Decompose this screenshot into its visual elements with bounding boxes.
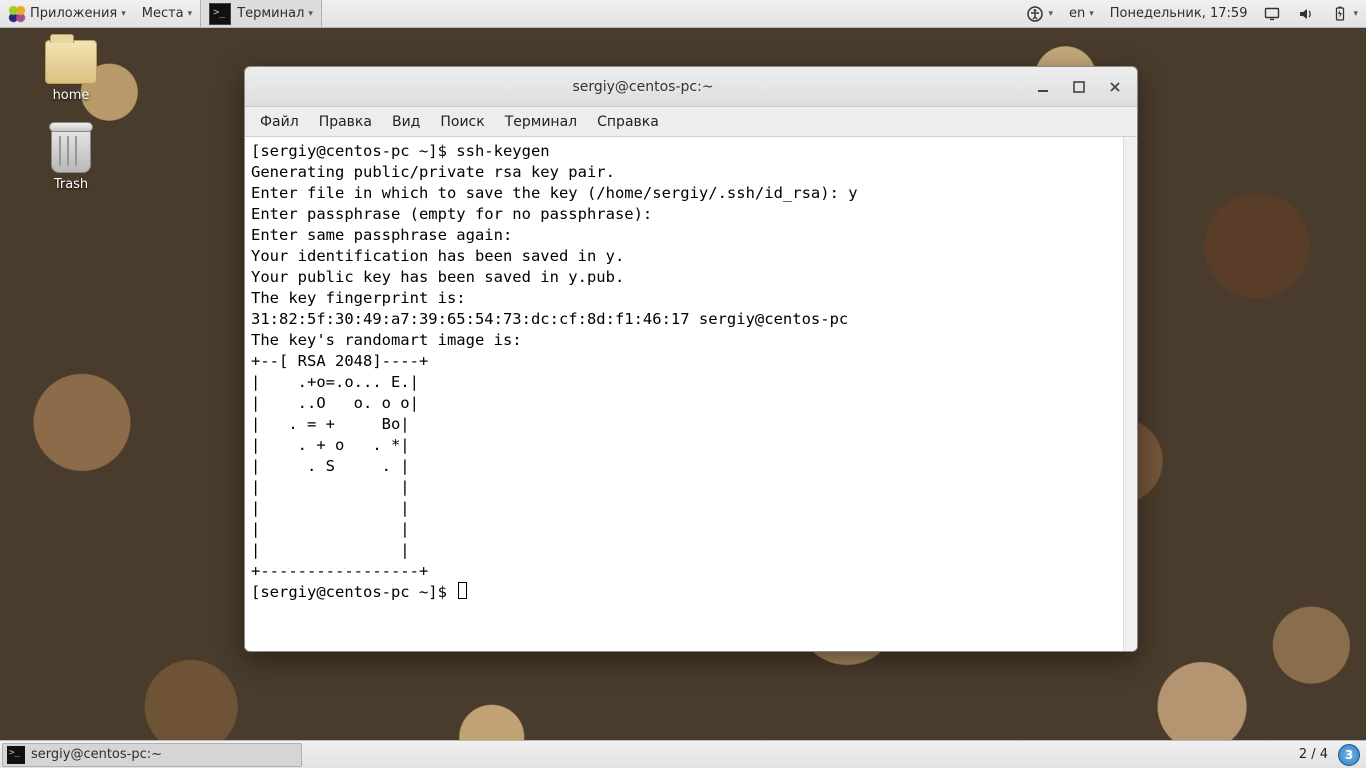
display-icon <box>1263 5 1281 23</box>
maximize-icon <box>1073 81 1085 93</box>
home-folder-icon[interactable]: home <box>26 40 116 103</box>
active-app-label: Терминал <box>237 6 304 21</box>
battery-icon <box>1331 5 1349 23</box>
terminal-output[interactable]: [sergiy@centos-pc ~]$ ssh-keygen Generat… <box>245 137 1123 651</box>
terminal-icon <box>7 746 25 764</box>
close-button[interactable] <box>1105 77 1125 97</box>
keyboard-layout-label: en <box>1069 6 1085 21</box>
home-folder-label: home <box>53 88 90 103</box>
menu-file[interactable]: Файл <box>251 110 308 134</box>
folder-icon <box>45 40 97 84</box>
menu-help[interactable]: Справка <box>588 110 668 134</box>
applications-label: Приложения <box>30 6 117 21</box>
places-menu[interactable]: Места ▾ <box>134 0 200 27</box>
top-panel: Приложения ▾ Места ▾ Терминал ▾ ▾ en ▾ П… <box>0 0 1366 28</box>
chevron-down-icon: ▾ <box>1089 9 1094 19</box>
display-indicator[interactable] <box>1255 0 1289 27</box>
active-app-menu[interactable]: Терминал ▾ <box>200 0 322 27</box>
window-controls <box>1033 77 1129 97</box>
trash-icon[interactable]: Trash <box>26 127 116 192</box>
places-label: Места <box>142 6 184 21</box>
window-titlebar[interactable]: sergiy@centos-pc:~ <box>245 67 1137 107</box>
bottom-panel: sergiy@centos-pc:~ 2 / 4 3 <box>0 740 1366 768</box>
centos-logo-icon <box>8 5 26 23</box>
taskbar-entry-terminal[interactable]: sergiy@centos-pc:~ <box>2 743 302 767</box>
chevron-down-icon: ▾ <box>1353 9 1358 19</box>
taskbar-entry-label: sergiy@centos-pc:~ <box>31 747 162 762</box>
chevron-down-icon: ▾ <box>121 9 126 19</box>
minimize-icon <box>1036 80 1050 94</box>
volume-icon <box>1297 5 1315 23</box>
menu-view[interactable]: Вид <box>383 110 429 134</box>
trash-label: Trash <box>54 177 88 192</box>
terminal-cursor <box>458 582 467 599</box>
accessibility-menu[interactable]: ▾ <box>1018 0 1061 27</box>
terminal-body[interactable]: [sergiy@centos-pc ~]$ ssh-keygen Generat… <box>245 137 1137 651</box>
window-title: sergiy@centos-pc:~ <box>253 79 1033 95</box>
battery-indicator[interactable]: ▾ <box>1323 0 1366 27</box>
menu-edit[interactable]: Правка <box>310 110 381 134</box>
maximize-button[interactable] <box>1069 77 1089 97</box>
accessibility-icon <box>1026 5 1044 23</box>
workspace-badge[interactable]: 3 <box>1338 744 1360 766</box>
clock-label: Понедельник, 17:59 <box>1110 6 1248 21</box>
chevron-down-icon: ▾ <box>1048 9 1053 19</box>
terminal-window: sergiy@centos-pc:~ Файл Правка Вид Поиск… <box>244 66 1138 652</box>
volume-indicator[interactable] <box>1289 0 1323 27</box>
trash-can-icon <box>51 127 91 173</box>
minimize-button[interactable] <box>1033 77 1053 97</box>
menu-search[interactable]: Поиск <box>431 110 493 134</box>
terminal-scrollbar[interactable] <box>1123 137 1137 651</box>
keyboard-layout-menu[interactable]: en ▾ <box>1061 0 1102 27</box>
menu-terminal[interactable]: Терминал <box>496 110 586 134</box>
clock-menu[interactable]: Понедельник, 17:59 <box>1102 0 1256 27</box>
chevron-down-icon: ▾ <box>308 9 313 19</box>
workspace-indicator-text[interactable]: 2 / 4 <box>1299 747 1328 762</box>
terminal-icon <box>209 3 231 25</box>
desktop-icons: home Trash <box>26 40 146 216</box>
chevron-down-icon: ▾ <box>188 9 193 19</box>
applications-menu[interactable]: Приложения ▾ <box>0 0 134 27</box>
terminal-menubar: Файл Правка Вид Поиск Терминал Справка <box>245 107 1137 137</box>
close-icon <box>1109 81 1121 93</box>
